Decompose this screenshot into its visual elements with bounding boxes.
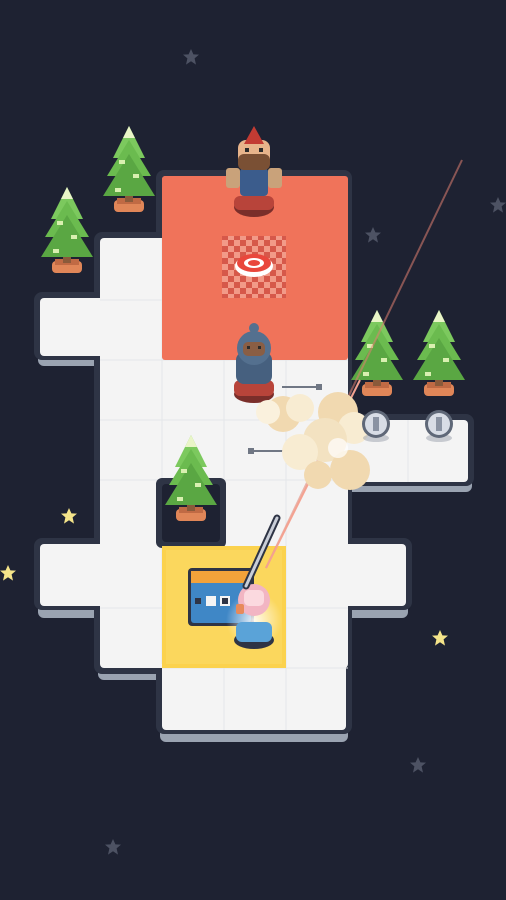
star-icon <box>410 757 426 773</box>
star-icon <box>0 565 16 581</box>
pine-tree-icon <box>41 187 93 273</box>
star-icon <box>105 839 121 855</box>
farmer-enemy-top[interactable] <box>226 126 282 217</box>
star-icon <box>432 630 448 646</box>
target-pad[interactable] <box>222 236 286 298</box>
star-icon <box>183 49 199 65</box>
pine-tree-icon <box>413 310 465 396</box>
star-icon <box>365 227 381 243</box>
coin-2[interactable] <box>425 410 453 442</box>
star-icon <box>61 508 77 524</box>
coin-1[interactable] <box>362 410 390 442</box>
pine-tree-icon <box>103 126 155 212</box>
game-board <box>0 49 506 855</box>
star-icon <box>490 197 506 213</box>
